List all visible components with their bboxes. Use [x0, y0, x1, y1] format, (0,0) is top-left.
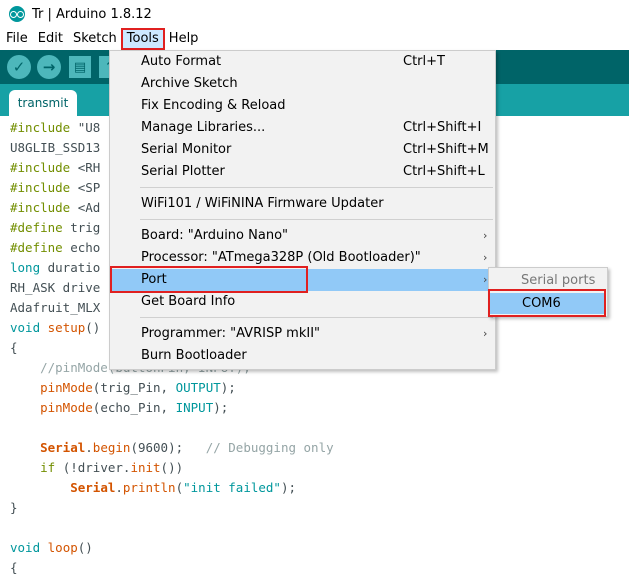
menu-item-firmware-updater[interactable]: WiFi101 / WiFiNINA Firmware Updater	[110, 193, 495, 215]
code-line: {	[10, 560, 18, 575]
code-line: long duratio	[10, 260, 101, 275]
menu-item-processor[interactable]: Processor: "ATmega328P (Old Bootloader)"…	[110, 247, 495, 269]
code-line: void setup()	[10, 320, 101, 335]
code-line: pinMode(trig_Pin, OUTPUT);	[40, 380, 236, 395]
code-line: #include "U8	[10, 120, 101, 135]
tools-menu: Auto Format Ctrl+T Archive Sketch Fix En…	[109, 50, 496, 370]
code-line: Serial.println("init failed");	[70, 480, 297, 495]
menu-item-auto-format[interactable]: Auto Format Ctrl+T	[110, 51, 495, 73]
menu-help[interactable]: Help	[164, 29, 204, 49]
menu-item-fix-encoding[interactable]: Fix Encoding & Reload	[110, 95, 495, 117]
chevron-right-icon: ›	[483, 251, 488, 264]
menu-separator	[140, 187, 493, 188]
upload-button[interactable]: →	[37, 55, 61, 79]
menu-file[interactable]: File	[0, 29, 33, 49]
arduino-logo-icon	[9, 6, 25, 22]
code-text: "U8	[77, 120, 101, 135]
code-line: }	[10, 500, 18, 515]
checkmark-icon: ✓	[12, 58, 26, 76]
menu-item-port[interactable]: Port ›	[110, 269, 495, 291]
menu-item-manage-libraries[interactable]: Manage Libraries... Ctrl+Shift+I	[110, 117, 495, 139]
menu-sketch[interactable]: Sketch	[68, 29, 122, 49]
menu-item-get-board-info[interactable]: Get Board Info	[110, 291, 495, 313]
menu-item-serial-monitor[interactable]: Serial Monitor Ctrl+Shift+M	[110, 139, 495, 161]
code-line: if (!driver.init())	[40, 460, 184, 475]
code-line: U8GLIB_SSD13	[10, 140, 101, 155]
code-line: #include <RH	[10, 160, 101, 175]
document-icon: ▤	[73, 59, 87, 75]
port-submenu: Serial ports COM6	[488, 267, 608, 317]
code-line: #define trig	[10, 220, 101, 235]
menu-item-serial-plotter[interactable]: Serial Plotter Ctrl+Shift+L	[110, 161, 495, 183]
chevron-right-icon: ›	[483, 229, 488, 242]
code-line: #define echo	[10, 240, 101, 255]
menu-edit[interactable]: Edit	[33, 29, 68, 49]
code-line: Adafruit_MLX	[10, 300, 101, 315]
code-line: {	[10, 340, 18, 355]
arrow-right-icon: →	[42, 58, 56, 76]
menu-item-archive-sketch[interactable]: Archive Sketch	[110, 73, 495, 95]
submenu-header: Serial ports	[521, 273, 596, 288]
code-line: pinMode(echo_Pin, INPUT);	[40, 400, 229, 415]
menu-item-board[interactable]: Board: "Arduino Nano" ›	[110, 225, 495, 247]
code-line: Serial.begin(9600); // Debugging only	[40, 440, 334, 455]
title-bar: Tr | Arduino 1.8.12	[0, 0, 629, 28]
verify-button[interactable]: ✓	[7, 55, 31, 79]
chevron-right-icon: ›	[483, 327, 488, 340]
menu-bar: File Edit Sketch Tools Help	[0, 28, 629, 50]
menu-item-programmer[interactable]: Programmer: "AVRISP mkII" ›	[110, 323, 495, 345]
code-line: #include <Ad	[10, 200, 101, 215]
code-line: void loop()	[10, 540, 93, 555]
menu-tools[interactable]: Tools	[120, 28, 165, 50]
menu-separator	[140, 219, 493, 220]
new-sketch-button[interactable]: ▤	[69, 56, 91, 78]
menu-item-burn-bootloader[interactable]: Burn Bootloader	[110, 345, 495, 367]
menu-separator	[140, 317, 493, 318]
code-line: #include <SP	[10, 180, 101, 195]
port-option-com6[interactable]: COM6	[490, 293, 606, 314]
chevron-right-icon: ›	[483, 273, 488, 286]
tab-transmit[interactable]: transmit	[9, 90, 77, 116]
code-line: RH_ASK drive	[10, 280, 101, 295]
window-title: Tr | Arduino 1.8.12	[32, 6, 152, 22]
